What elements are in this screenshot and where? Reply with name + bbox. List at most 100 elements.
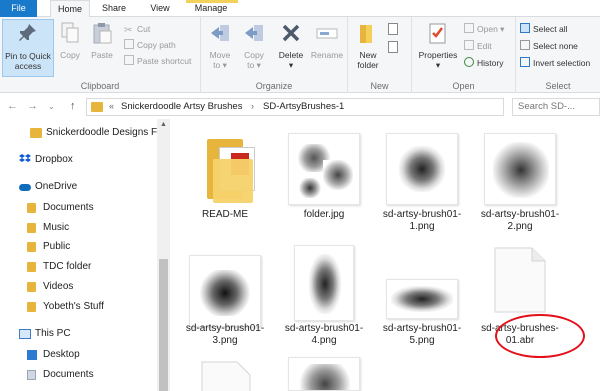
edit-button[interactable]: Edit	[464, 40, 492, 53]
copy-button[interactable]: Copy	[56, 21, 84, 60]
select-none-button[interactable]: Select none	[520, 40, 578, 53]
delete-dropdown-icon: ▾	[288, 60, 294, 70]
copy-to-label-line2: to ▾	[247, 60, 261, 70]
navigation-bar: ← → ⌄ ↑ « Snickerdoodle Artsy Brushes › …	[0, 95, 600, 119]
tab-manage[interactable]: Manage	[188, 0, 234, 17]
breadcrumb-overflow-icon[interactable]: «	[109, 101, 114, 111]
easy-access-icon[interactable]	[388, 41, 398, 53]
pin-quick-access-button[interactable]: Pin to Quick access	[2, 19, 54, 77]
copy-path-button[interactable]: Copy path	[124, 39, 176, 52]
file-item[interactable]: READ-ME	[177, 133, 273, 233]
open-button[interactable]: Open ▾	[464, 23, 504, 36]
invert-selection-label: Invert selection	[533, 58, 591, 68]
search-box[interactable]	[512, 98, 600, 116]
pin-icon	[19, 24, 36, 41]
address-bar[interactable]: « Snickerdoodle Artsy Brushes › SD-Artsy…	[86, 98, 504, 116]
paste-label: Paste	[91, 50, 113, 60]
rename-label: Rename	[310, 50, 344, 60]
nav-item-label: OneDrive	[35, 181, 78, 192]
back-arrow-icon[interactable]: ←	[7, 100, 18, 112]
image-thumbnail	[386, 133, 458, 205]
invert-selection-button[interactable]: Invert selection	[520, 57, 590, 70]
ribbon-tabs: File Home Share View Manage	[0, 0, 600, 18]
breadcrumb-separator-icon[interactable]: ›	[251, 101, 254, 111]
folder-icon	[27, 282, 36, 292]
open-group: Properties ▾ Open ▾ Edit History Open	[412, 17, 516, 93]
select-all-button[interactable]: Select all	[520, 23, 568, 36]
new-folder-label-line2: folder	[357, 60, 379, 70]
file-item[interactable]	[276, 357, 372, 391]
breadcrumb-item[interactable]: Snickerdoodle Artsy Brushes	[121, 101, 242, 112]
tab-view[interactable]: View	[142, 0, 178, 17]
new-folder-button[interactable]: New folder	[352, 21, 384, 70]
navigation-scrollbar[interactable]: ▲	[157, 119, 170, 391]
image-thumbnail	[484, 133, 556, 205]
forward-arrow-icon[interactable]: →	[27, 100, 38, 112]
copy-to-button[interactable]: Copy to ▾	[239, 21, 269, 70]
folder-icon	[27, 262, 36, 272]
select-group-label: Select	[545, 81, 571, 91]
file-name: sd-artsy-brush01-	[480, 209, 560, 220]
copy-path-icon	[124, 39, 134, 49]
scrollbar-thumb[interactable]	[159, 259, 168, 391]
search-input[interactable]	[518, 101, 598, 112]
cut-button[interactable]: ✂ Cut	[124, 23, 150, 36]
image-thumbnail	[288, 133, 360, 205]
new-item-icon[interactable]	[388, 23, 398, 35]
recent-locations-chevron-icon[interactable]: ⌄	[48, 102, 55, 111]
delete-button[interactable]: Delete ▾	[275, 21, 307, 70]
select-group: Select all Select none Invert selection …	[516, 17, 600, 93]
nav-item-label: Documents	[43, 369, 94, 380]
nav-item-label: Desktop	[43, 349, 80, 360]
paste-shortcut-button[interactable]: Paste shortcut	[124, 55, 191, 68]
up-arrow-icon[interactable]: ↑	[70, 100, 76, 112]
folder-icon	[27, 302, 36, 312]
file-item[interactable]	[177, 359, 273, 391]
properties-button[interactable]: Properties ▾	[416, 21, 460, 70]
highlight-circle	[495, 314, 585, 358]
folder-icon	[30, 128, 42, 138]
scroll-up-icon[interactable]: ▲	[160, 121, 167, 128]
onedrive-icon	[19, 184, 31, 191]
new-group: New folder New	[348, 17, 412, 93]
scissors-icon: ✂	[124, 25, 133, 36]
tab-share[interactable]: Share	[96, 0, 132, 17]
breadcrumb-item[interactable]: SD-ArtsyBrushes-1	[263, 101, 344, 112]
select-all-label: Select all	[533, 24, 568, 34]
ribbon: Pin to Quick access Copy Paste ✂ Cut Copy…	[0, 17, 600, 93]
open-icon	[464, 23, 474, 33]
file-item[interactable]: sd-artsy-brush01- 1.png	[374, 133, 470, 233]
rename-button[interactable]: Rename	[309, 21, 345, 60]
file-item[interactable]: folder.jpg	[276, 133, 372, 233]
edit-icon	[464, 40, 474, 50]
pin-label-line1: Pin to Quick	[5, 51, 51, 61]
file-item[interactable]: sd-artsy-brush01- 2.png	[472, 133, 568, 233]
nav-item-label: TDC folder	[43, 261, 92, 272]
nav-item-label: Public	[43, 241, 71, 252]
file-item[interactable]: sd-artsy-brush01- 5.png	[374, 255, 470, 355]
move-to-icon	[211, 25, 229, 41]
move-to-label-line2: to ▾	[213, 60, 227, 70]
move-to-label-line1: Move	[209, 50, 231, 60]
file-name: 4.png	[311, 335, 337, 346]
tab-file[interactable]: File	[0, 0, 37, 17]
file-item[interactable]: sd-artsy-brush01- 4.png	[276, 245, 372, 355]
properties-icon	[429, 23, 446, 44]
image-thumbnail	[294, 245, 354, 321]
paste-shortcut-icon	[124, 55, 134, 65]
file-item[interactable]: sd-artsy-brush01- 3.png	[177, 255, 273, 355]
history-button[interactable]: History	[464, 57, 503, 70]
invert-selection-icon	[520, 57, 530, 67]
copy-to-icon	[245, 25, 263, 41]
paste-button[interactable]: Paste	[88, 21, 116, 60]
move-to-button[interactable]: Move to ▾	[205, 21, 235, 70]
tab-home[interactable]: Home	[50, 0, 90, 18]
file-name: 3.png	[212, 335, 238, 346]
dropbox-icon	[19, 154, 31, 165]
edit-label: Edit	[477, 41, 492, 51]
open-label: Open	[477, 24, 498, 34]
paste-shortcut-label: Paste shortcut	[137, 56, 192, 66]
nav-item-label: Videos	[43, 281, 74, 292]
delete-x-icon	[282, 24, 300, 42]
blank-file-icon	[494, 247, 546, 313]
